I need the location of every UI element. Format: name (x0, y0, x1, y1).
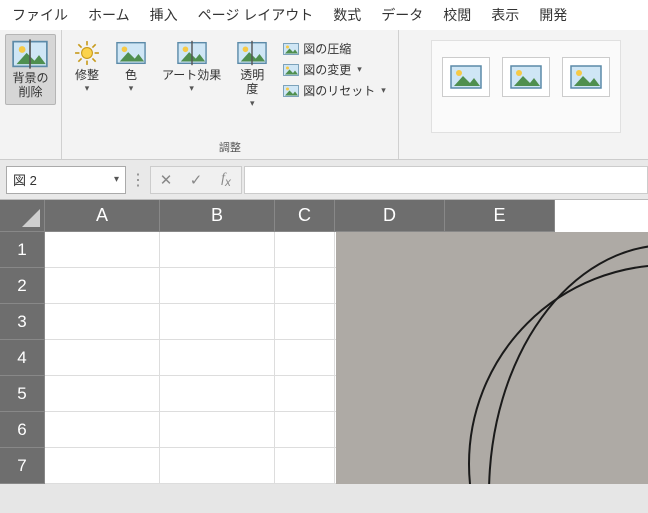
column-header-C[interactable]: C (275, 200, 335, 232)
corrections-label: 修整 (75, 68, 99, 82)
menu-tab-8[interactable]: 開発 (529, 1, 577, 29)
cell-C5[interactable] (275, 376, 335, 412)
compress-icon (283, 41, 299, 57)
chevron-down-icon: ▾ (357, 64, 362, 75)
picture-style-2[interactable] (502, 57, 550, 97)
cell-B7[interactable] (160, 448, 275, 484)
cell-A3[interactable] (45, 304, 160, 340)
cell-C2[interactable] (275, 268, 335, 304)
cell-C6[interactable] (275, 412, 335, 448)
row-header-6[interactable]: 6 (0, 412, 45, 448)
chevron-down-icon: ▾ (129, 83, 134, 94)
cell-B3[interactable] (160, 304, 275, 340)
cell-A5[interactable] (45, 376, 160, 412)
cell-B5[interactable] (160, 376, 275, 412)
compress-label: 図の圧縮 (303, 40, 351, 57)
chevron-down-icon: ▾ (250, 98, 255, 109)
chevron-down-icon: ▾ (381, 85, 386, 96)
picture-split-icon (12, 39, 48, 69)
group-adjust: 修整 ▾ 色 ▾ アート効果 ▾ 透明 度 ▾ 図の圧縮 (62, 30, 399, 159)
cell-A4[interactable] (45, 340, 160, 376)
cell-B2[interactable] (160, 268, 275, 304)
column-headers: ABCDE (0, 200, 648, 232)
picture-split-icon (237, 40, 267, 66)
column-header-D[interactable]: D (335, 200, 445, 232)
cell-B1[interactable] (160, 232, 275, 268)
picture-icon (449, 65, 483, 89)
cell-A1[interactable] (45, 232, 160, 268)
color-button[interactable]: 色 ▾ (110, 36, 152, 98)
menu-tab-7[interactable]: 表示 (481, 1, 529, 29)
formula-bar-buttons: ✕ ✓ fx (150, 166, 242, 194)
picture-icon (509, 65, 543, 89)
row-header-5[interactable]: 5 (0, 376, 45, 412)
remove-background-label: 背景の 削除 (12, 71, 48, 100)
sun-icon (74, 40, 100, 66)
row-header-3[interactable]: 3 (0, 304, 45, 340)
menu-tab-6[interactable]: 校閲 (433, 1, 481, 29)
column-header-A[interactable]: A (45, 200, 160, 232)
menu-tabs: ファイルホーム挿入ページ レイアウト数式データ校閲表示開発 (0, 0, 648, 30)
menu-tab-1[interactable]: ホーム (78, 1, 140, 29)
style-gallery (431, 40, 621, 133)
row-header-4[interactable]: 4 (0, 340, 45, 376)
change-picture-icon (283, 62, 299, 78)
change-picture-button[interactable]: 図の変更 ▾ (283, 61, 386, 78)
row-header-2[interactable]: 2 (0, 268, 45, 304)
artistic-effects-button[interactable]: アート効果 ▾ (156, 36, 227, 98)
select-all-corner[interactable] (0, 200, 45, 232)
reset-label: 図のリセット (303, 82, 375, 99)
cell-B6[interactable] (160, 412, 275, 448)
row-header-1[interactable]: 1 (0, 232, 45, 268)
cell-C3[interactable] (275, 304, 335, 340)
cancel-button[interactable]: ✕ (151, 171, 181, 189)
menu-tab-3[interactable]: ページ レイアウト (188, 1, 324, 29)
group-adjust-label: 調整 (62, 139, 398, 157)
menu-tab-0[interactable]: ファイル (4, 1, 78, 29)
expand-formula-bar[interactable]: ⋮ (126, 170, 150, 190)
cell-C4[interactable] (275, 340, 335, 376)
column-header-E[interactable]: E (445, 200, 555, 232)
chevron-down-icon: ▾ (85, 83, 90, 94)
picture-icon (569, 65, 603, 89)
corrections-button[interactable]: 修整 ▾ (68, 36, 106, 98)
chevron-down-icon: ▾ (189, 83, 194, 94)
enter-button[interactable]: ✓ (181, 171, 211, 189)
name-box[interactable]: ▾ (6, 166, 126, 194)
picture-split-icon (177, 40, 207, 66)
ribbon: 背景の 削除 修整 ▾ 色 ▾ アート効果 ▾ 透明 度 (0, 30, 648, 160)
transparency-label: 透明 度 (240, 68, 264, 97)
reset-picture-button[interactable]: 図のリセット ▾ (283, 82, 386, 99)
name-box-input[interactable] (13, 172, 93, 187)
change-label: 図の変更 (303, 61, 351, 78)
remove-background-button[interactable]: 背景の 削除 (5, 34, 55, 105)
insert-function-button[interactable]: fx (211, 171, 241, 189)
reset-picture-icon (283, 83, 299, 99)
compress-pictures-button[interactable]: 図の圧縮 (283, 40, 386, 57)
picture-style-1[interactable] (442, 57, 490, 97)
group-bg-remove: 背景の 削除 (0, 30, 62, 159)
worksheet-grid: ABCDE 1234567 (0, 200, 648, 484)
formula-bar: ▾ ⋮ ✕ ✓ fx (0, 160, 648, 200)
group-picture-styles (399, 30, 648, 159)
cell-A6[interactable] (45, 412, 160, 448)
artistic-label: アート効果 (162, 68, 221, 82)
menu-tab-5[interactable]: データ (371, 1, 433, 29)
picture-style-3[interactable] (562, 57, 610, 97)
cell-C1[interactable] (275, 232, 335, 268)
inserted-picture[interactable] (336, 232, 648, 484)
menu-tab-2[interactable]: 挿入 (140, 1, 188, 29)
transparency-button[interactable]: 透明 度 ▾ (231, 36, 273, 113)
menu-tab-4[interactable]: 数式 (323, 1, 371, 29)
cell-A2[interactable] (45, 268, 160, 304)
picture-icon (116, 40, 146, 66)
color-label: 色 (125, 68, 137, 82)
formula-input[interactable] (244, 166, 648, 194)
cell-C7[interactable] (275, 448, 335, 484)
cell-B4[interactable] (160, 340, 275, 376)
cell-A7[interactable] (45, 448, 160, 484)
row-header-7[interactable]: 7 (0, 448, 45, 484)
column-header-B[interactable]: B (160, 200, 275, 232)
chevron-down-icon[interactable]: ▾ (114, 174, 119, 185)
